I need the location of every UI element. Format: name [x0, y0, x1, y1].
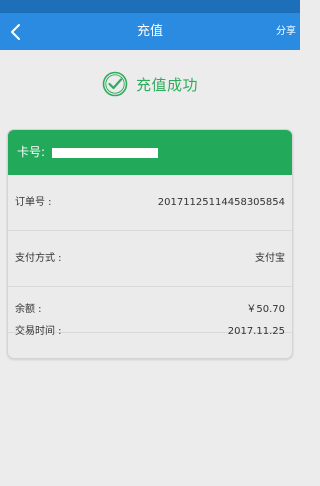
order-number-value: 20171125114458305854	[157, 197, 285, 208]
success-message: 充值成功	[135, 75, 198, 94]
success-banner: 充值成功	[0, 68, 300, 100]
card-number-redacted	[52, 148, 158, 158]
status-bar	[0, 0, 300, 13]
recharge-detail-card: 卡号: 订单号 : 20171125114458305854 支付方式 : 支付…	[7, 129, 293, 359]
order-number-label: 订单号 :	[15, 197, 52, 208]
transaction-time-label: 交易时间 :	[15, 326, 62, 337]
page-title: 充值	[136, 24, 163, 39]
nav-bar: 充值 分享	[0, 13, 300, 50]
card-header: 卡号:	[8, 130, 292, 175]
check-circle-icon	[102, 71, 128, 97]
payment-method-row: 支付方式 : 支付宝	[8, 231, 292, 287]
share-button[interactable]: 分享	[276, 13, 296, 50]
transaction-time-value: 2017.11.25	[227, 326, 285, 337]
payment-method-label: 支付方式 :	[15, 253, 62, 264]
order-number-row: 订单号 : 20171125114458305854	[8, 175, 292, 231]
back-arrow-icon[interactable]	[6, 21, 26, 43]
payment-method-value: 支付宝	[255, 253, 285, 264]
transaction-time-row: 交易时间 : 2017.11.25	[8, 306, 292, 358]
card-number-label: 卡号:	[17, 145, 46, 159]
